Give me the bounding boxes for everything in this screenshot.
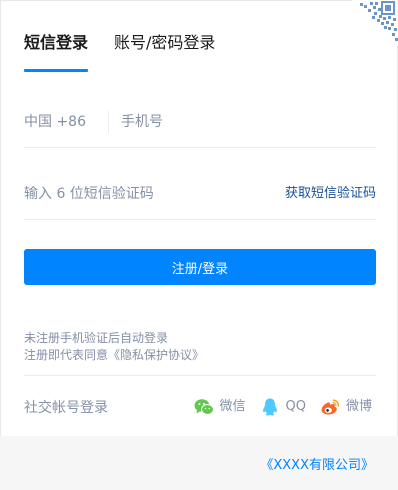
country-divider — [108, 111, 109, 133]
qr-code-login-corner[interactable] — [352, 0, 398, 46]
tab-password-login[interactable]: 账号/密码登录 — [114, 30, 215, 74]
sms-code-input[interactable] — [24, 181, 254, 207]
tab-sms-login[interactable]: 短信登录 — [24, 30, 89, 74]
auto-register-notice: 未注册手机验证后自动登录 — [24, 331, 169, 345]
weibo-login-button[interactable]: 微博 — [320, 397, 372, 417]
country-code-select[interactable]: 中国 +86 — [24, 112, 86, 132]
qq-icon — [262, 398, 277, 416]
wechat-icon — [194, 399, 214, 415]
social-login-label: 社交帐号登录 — [24, 400, 108, 416]
qq-label: QQ — [285, 399, 306, 414]
privacy-agreement-link[interactable]: 《隐私保护协议》 — [108, 348, 204, 362]
social-login-section: 社交帐号登录 微信 QQ 微博 — [24, 375, 376, 435]
wechat-label: 微信 — [219, 399, 246, 414]
sms-code-row: 获取短信验证码 — [24, 168, 376, 220]
agreement-prefix: 注册即代表同意 — [24, 348, 109, 362]
weibo-icon — [321, 399, 340, 415]
phone-input[interactable] — [121, 109, 371, 135]
qq-login-button[interactable]: QQ — [260, 397, 306, 417]
get-sms-code-button[interactable]: 获取短信验证码 — [285, 184, 376, 204]
agreement-notice: 注册即代表同意《隐私保护协议》 — [24, 347, 204, 364]
phone-row: 中国 +86 — [24, 96, 376, 148]
weibo-label: 微博 — [345, 399, 372, 414]
login-card: 短信登录 账号/密码登录 中国 +86 获取短信验证码 注册/登录 未注册手机验… — [0, 0, 398, 490]
company-link[interactable]: 《XXXX有限公司》 — [260, 457, 374, 475]
register-login-button[interactable]: 注册/登录 — [24, 249, 376, 285]
login-tabs: 短信登录 账号/密码登录 — [24, 30, 241, 74]
registration-notice: 未注册手机验证后自动登录 注册即代表同意《隐私保护协议》 — [24, 330, 204, 364]
qr-code-icon — [352, 0, 398, 46]
wechat-login-button[interactable]: 微信 — [194, 397, 246, 417]
footer: 《XXXX有限公司》 — [0, 436, 398, 490]
social-login-items: 微信 QQ 微博 — [180, 397, 372, 417]
